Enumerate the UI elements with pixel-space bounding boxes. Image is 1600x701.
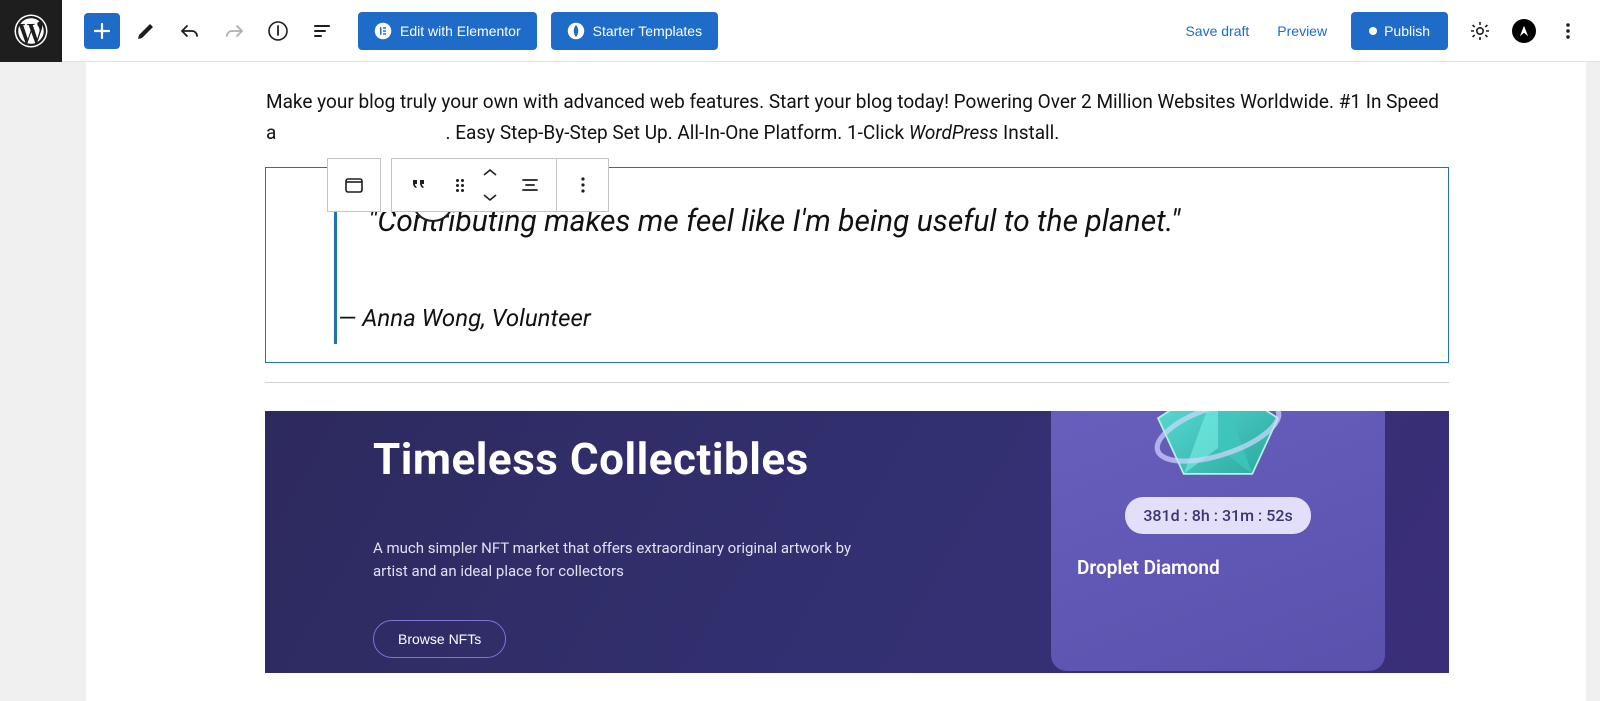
countdown-timer: 381d : 8h : 31m : 52s	[1125, 497, 1310, 534]
paragraph-text-c: Install.	[998, 121, 1059, 144]
wordpress-logo[interactable]	[0, 0, 62, 62]
paragraph-text-b: . Easy Step-By-Step Set Up. All-In-One P…	[446, 121, 909, 144]
block-more-options-icon[interactable]	[556, 159, 608, 211]
nft-card[interactable]: 381d : 8h : 31m : 52s Droplet Diamond	[1051, 411, 1385, 671]
astra-icon[interactable]	[1506, 13, 1542, 49]
block-type-quote-icon[interactable]	[392, 159, 444, 211]
cite-prefix: —	[338, 304, 362, 332]
top-toolbar: Edit with Elementor Starter Templates Sa…	[0, 0, 1600, 62]
move-down-icon[interactable]	[476, 185, 504, 211]
preview-button[interactable]: Preview	[1263, 13, 1341, 49]
nft-card-title: Droplet Diamond	[1077, 556, 1220, 579]
cite-name: Anna Wong, Volunteer	[362, 304, 591, 332]
edit-elementor-label: Edit with Elementor	[400, 23, 521, 39]
drag-handle-icon[interactable]	[444, 159, 476, 211]
block-parent-icon[interactable]	[328, 159, 380, 211]
publish-label: Publish	[1384, 23, 1430, 39]
banner-title: Timeless Collectibles	[373, 433, 945, 485]
save-draft-button[interactable]: Save draft	[1171, 13, 1263, 49]
edit-with-elementor-button[interactable]: Edit with Elementor	[358, 12, 537, 50]
quote-citation[interactable]: — Anna Wong, Volunteer	[338, 304, 1398, 332]
banner-description: A much simpler NFT market that offers ex…	[373, 537, 863, 584]
editor-area: Make your blog truly your own with advan…	[0, 62, 1600, 701]
starter-templates-label: Starter Templates	[593, 23, 702, 39]
gem-graphic	[1128, 411, 1308, 491]
starter-templates-button[interactable]: Starter Templates	[551, 12, 718, 50]
add-block-button[interactable]	[84, 13, 120, 49]
browse-nfts-button[interactable]: Browse NFTs	[373, 620, 506, 658]
more-options-icon[interactable]	[1550, 13, 1586, 49]
details-icon[interactable]	[260, 13, 296, 49]
section-divider	[265, 382, 1449, 383]
settings-gear-icon[interactable]	[1462, 13, 1498, 49]
move-up-icon[interactable]	[476, 159, 504, 185]
block-toolbar	[327, 158, 609, 212]
intro-paragraph[interactable]: Make your blog truly your own with advan…	[266, 86, 1456, 149]
redo-icon[interactable]	[216, 13, 252, 49]
align-icon[interactable]	[504, 159, 556, 211]
list-view-icon[interactable]	[304, 13, 340, 49]
publish-button[interactable]: Publish	[1351, 12, 1448, 50]
nft-banner[interactable]: Timeless Collectibles A much simpler NFT…	[265, 411, 1449, 673]
undo-icon[interactable]	[172, 13, 208, 49]
paragraph-italic: WordPress	[909, 121, 999, 144]
edit-tool-icon[interactable]	[128, 13, 164, 49]
